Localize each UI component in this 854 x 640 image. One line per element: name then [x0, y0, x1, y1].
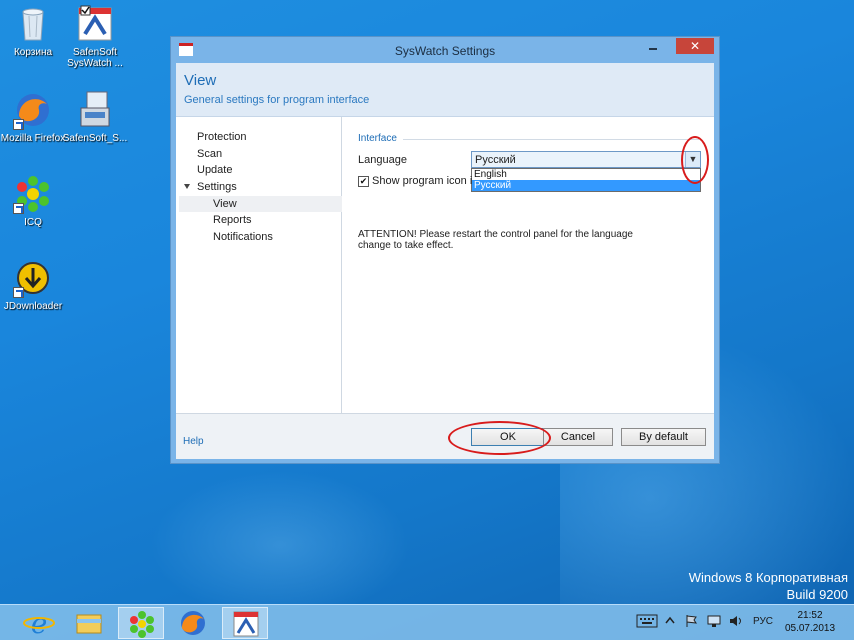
arrow-up-icon[interactable] — [664, 615, 676, 630]
page-subtitle: General settings for program interface — [184, 94, 370, 106]
installer-icon — [75, 90, 115, 130]
taskbar-ie[interactable]: e — [16, 607, 62, 640]
desktop-icon-jdownloader[interactable]: JDownloader — [0, 258, 66, 312]
taskbar-clock[interactable]: 21:52 05.07.2013 — [780, 609, 840, 635]
page-header: View General settings for program interf… — [176, 63, 714, 117]
show-icon-label: Show program icon in — [372, 175, 472, 187]
window-client: View General settings for program interf… — [176, 63, 714, 459]
nav-item-settings[interactable]: Settings — [197, 179, 337, 195]
nav-item-reports[interactable]: Reports — [213, 212, 333, 228]
show-icon-checkbox[interactable]: ✔ — [358, 176, 369, 187]
cancel-button[interactable]: Cancel — [543, 428, 613, 446]
desktop-icon-recycle-bin[interactable]: Корзина — [0, 4, 66, 58]
desktop-icon-icq[interactable]: ICQ — [0, 174, 66, 228]
keyboard-icon[interactable] — [636, 614, 658, 631]
expand-triangle-icon[interactable] — [184, 184, 190, 189]
clock-time: 21:52 — [797, 610, 823, 621]
desktop-icon-label: SafenSoft SysWatch ... — [67, 47, 123, 69]
flag-icon[interactable] — [684, 614, 698, 631]
desktop-icon-label: Корзина — [13, 47, 53, 58]
nav-item-update[interactable]: Update — [197, 162, 337, 178]
syswatch-icon — [75, 4, 115, 44]
recycle-bin-icon — [13, 4, 53, 44]
group-label-interface: Interface — [358, 133, 397, 144]
language-option-english[interactable]: English — [472, 169, 700, 180]
language-option-russian[interactable]: Русский — [472, 180, 700, 191]
minimize-button[interactable] — [643, 40, 663, 54]
icq-icon — [130, 611, 154, 638]
settings-window: SysWatch Settings ✕ View General setting… — [170, 36, 720, 464]
windows-build: Build 9200 — [786, 587, 848, 602]
input-language[interactable]: РУС — [753, 616, 773, 627]
help-link[interactable]: Help — [183, 436, 204, 447]
attention-message: ATTENTION! Please restart the control pa… — [358, 229, 633, 251]
desktop-icon-label: SafenSoft_S... — [62, 133, 128, 144]
page-title: View — [184, 72, 217, 89]
wallpaper-light — [150, 470, 410, 620]
windows-edition: Windows 8 Корпоративная — [688, 570, 848, 585]
nav-item-notifications[interactable]: Notifications — [213, 229, 333, 245]
settings-nav: Protection Scan Update Settings View Rep… — [176, 117, 342, 413]
desktop-icon-label: Mozilla Firefox — [0, 133, 66, 144]
window-titlebar[interactable]: SysWatch Settings ✕ — [171, 37, 719, 63]
annotation-circle-ok — [448, 421, 551, 455]
desktop-icon-label: JDownloader — [3, 301, 63, 312]
taskbar-icq[interactable] — [118, 607, 164, 639]
dialog-footer: Help OK Cancel By default — [176, 413, 714, 459]
desktop-icon-firefox[interactable]: Mozilla Firefox — [0, 90, 66, 144]
nav-item-scan[interactable]: Scan — [197, 146, 337, 162]
firefox-icon — [181, 611, 205, 635]
taskbar-syswatch[interactable] — [222, 607, 268, 639]
ie-icon: e — [23, 607, 55, 640]
taskbar-explorer[interactable] — [66, 607, 112, 639]
by-default-button[interactable]: By default — [621, 428, 706, 446]
svg-text:e: e — [31, 607, 48, 639]
desktop-icon-label: ICQ — [24, 217, 42, 228]
language-label: Language — [358, 154, 407, 166]
language-select-value: Русский — [475, 154, 516, 166]
explorer-icon — [76, 614, 102, 634]
annotation-circle-dropdown — [681, 136, 709, 184]
settings-content: Interface Language Русский ▼ English Рус… — [343, 117, 714, 413]
clock-date: 05.07.2013 — [784, 623, 836, 634]
group-divider — [403, 139, 699, 140]
syswatch-icon — [233, 611, 259, 637]
desktop-icon-installer[interactable]: SafenSoft_S... — [62, 90, 128, 144]
nav-item-protection[interactable]: Protection — [197, 129, 337, 145]
language-select[interactable]: Русский ▼ — [471, 151, 701, 168]
icq-icon — [13, 174, 53, 214]
network-icon[interactable] — [706, 614, 722, 631]
close-button[interactable]: ✕ — [676, 38, 714, 54]
nav-item-view[interactable]: View — [179, 196, 342, 212]
desktop-icon-syswatch[interactable]: SafenSoft SysWatch ... — [62, 4, 128, 69]
language-dropdown-list: English Русский — [471, 168, 701, 192]
volume-icon[interactable] — [728, 614, 744, 631]
jdownloader-icon — [13, 258, 53, 298]
firefox-icon — [13, 90, 53, 130]
window-title: SysWatch Settings — [394, 44, 496, 58]
taskbar-firefox[interactable] — [170, 607, 216, 639]
taskbar: e РУС 21:52 05.07.2013 — [0, 604, 854, 640]
